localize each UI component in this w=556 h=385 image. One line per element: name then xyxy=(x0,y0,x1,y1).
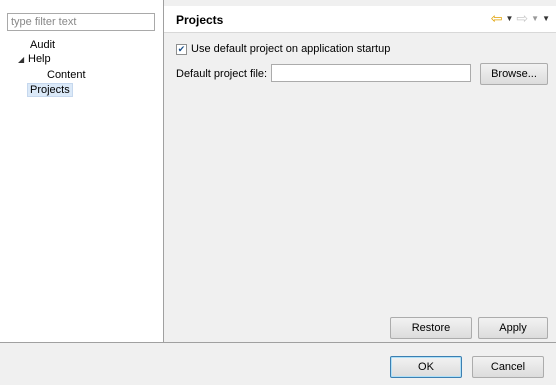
chevron-down-icon[interactable]: ▼ xyxy=(506,14,514,23)
default-project-file-input[interactable] xyxy=(271,64,471,82)
tree-item-label: Audit xyxy=(30,39,56,51)
forward-arrow-icon[interactable]: ⇨ xyxy=(516,10,528,26)
use-default-project-option[interactable]: ✔ Use default project on application sta… xyxy=(176,43,390,55)
expand-triangle-icon[interactable]: ◢ xyxy=(18,53,28,67)
dialog-button-bar: OK Cancel xyxy=(0,342,556,385)
use-default-label: Use default project on application start… xyxy=(191,43,391,55)
browse-button[interactable]: Browse... xyxy=(480,63,548,85)
tree-item-content[interactable]: Content xyxy=(47,68,86,82)
preference-tree-pane: Audit ◢Help Content Projects xyxy=(0,0,164,342)
preference-page: Projects ⇦ ▼ ⇨ ▼ ▼ ✔ Use default project… xyxy=(164,0,556,354)
preferences-dialog: Audit ◢Help Content Projects Projects ⇦ … xyxy=(0,0,556,385)
tree-item-audit[interactable]: Audit xyxy=(30,38,55,52)
page-navigation: ⇦ ▼ ⇨ ▼ ▼ xyxy=(491,10,550,26)
tree-item-label: Content xyxy=(47,69,86,81)
cancel-button[interactable]: Cancel xyxy=(472,356,544,378)
restore-defaults-button[interactable]: Restore Defaults xyxy=(390,317,472,354)
page-header: Projects ⇦ ▼ ⇨ ▼ ▼ xyxy=(164,6,556,33)
tree-item-label: Projects xyxy=(27,83,73,97)
apply-button[interactable]: Apply xyxy=(478,317,548,339)
tree-item-projects[interactable]: Projects xyxy=(27,83,73,97)
tree-item-label: Help xyxy=(28,53,51,65)
chevron-down-icon[interactable]: ▼ xyxy=(531,14,539,23)
default-project-file-label: Default project file: xyxy=(176,68,268,80)
ok-button[interactable]: OK xyxy=(390,356,462,378)
page-title: Projects xyxy=(176,13,224,27)
use-default-checkbox[interactable]: ✔ xyxy=(176,43,187,55)
filter-input[interactable] xyxy=(7,13,155,31)
view-menu-icon[interactable]: ▼ xyxy=(542,14,550,23)
back-arrow-icon[interactable]: ⇦ xyxy=(491,10,503,26)
tree-item-help[interactable]: ◢ Help xyxy=(18,52,51,67)
